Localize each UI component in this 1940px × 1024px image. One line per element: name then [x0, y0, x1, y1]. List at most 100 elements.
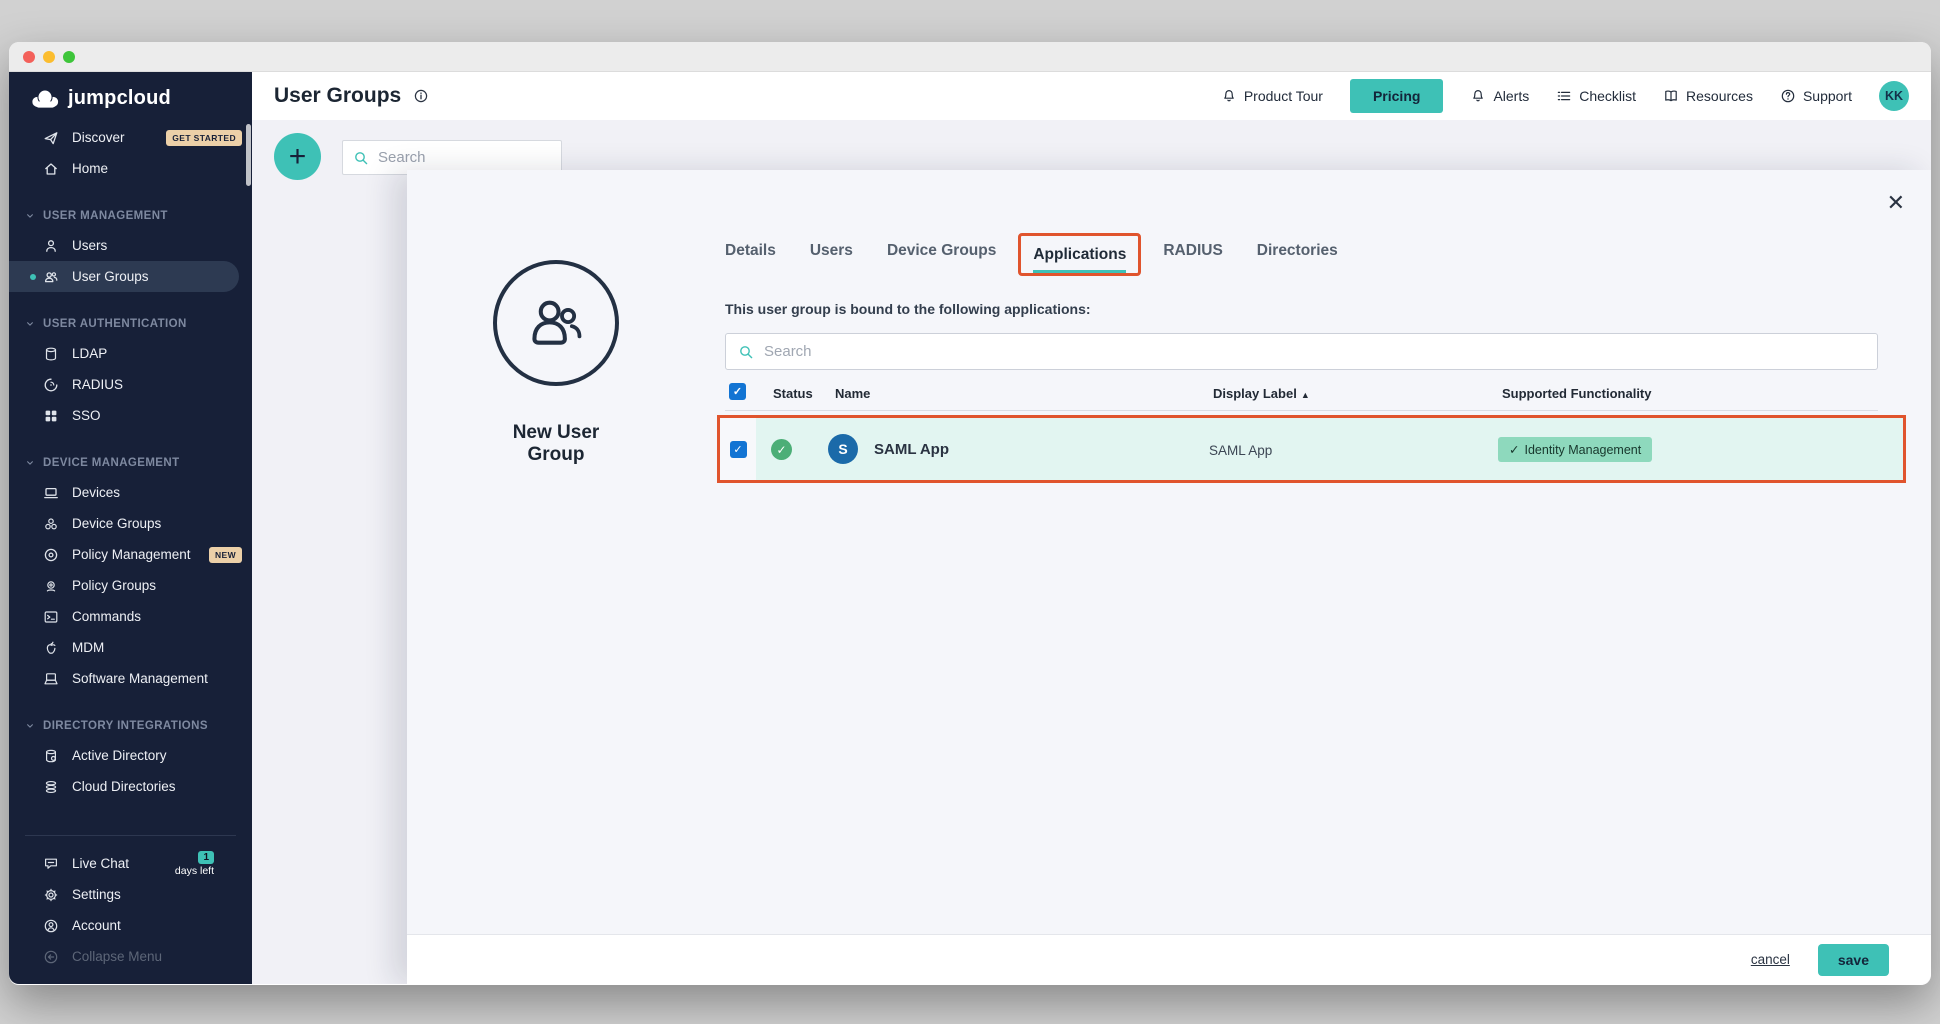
functionality-badge: ✓ Identity Management: [1498, 437, 1652, 462]
tab-radius[interactable]: RADIUS: [1163, 242, 1222, 267]
tab-device-groups[interactable]: Device Groups: [887, 242, 996, 267]
checklist-icon: [1556, 88, 1572, 104]
sidebar-item-user-groups[interactable]: User Groups: [9, 261, 239, 292]
group-icon: [523, 290, 589, 356]
section-user-management[interactable]: USER MANAGEMENT: [9, 201, 252, 230]
user-groups-icon: [43, 269, 59, 285]
sidebar-item-commands[interactable]: Commands: [9, 601, 252, 632]
sidebar-item-label: Home: [72, 161, 108, 176]
support-button[interactable]: Support: [1780, 88, 1852, 104]
table-row[interactable]: ✓ ✓ S SAML App SAML App ✓ Identity Manag…: [717, 415, 1906, 483]
sidebar-item-radius[interactable]: RADIUS: [9, 369, 252, 400]
sidebar-item-users[interactable]: Users: [9, 230, 252, 261]
settings-gear-icon: [43, 887, 59, 903]
sidebar-item-mdm[interactable]: MDM: [9, 632, 252, 663]
radius-icon: [43, 377, 59, 393]
status-active-icon: ✓: [771, 439, 792, 460]
section-directory-integrations[interactable]: DIRECTORY INTEGRATIONS: [9, 711, 252, 740]
question-circle-icon: [1780, 88, 1796, 104]
column-display-label[interactable]: Display Label▲: [1213, 386, 1310, 401]
column-status[interactable]: Status: [773, 386, 813, 401]
new-badge: NEW: [209, 547, 242, 563]
sidebar-item-account[interactable]: Account: [9, 910, 252, 941]
device-groups-icon: [43, 516, 59, 532]
home-icon: [43, 161, 59, 177]
account-icon: [43, 918, 59, 934]
alerts-button[interactable]: Alerts: [1470, 88, 1529, 104]
bound-apps-description: This user group is bound to the followin…: [725, 301, 1091, 317]
checklist-button[interactable]: Checklist: [1556, 88, 1636, 104]
sidebar-item-policy-groups[interactable]: Policy Groups: [9, 570, 252, 601]
sort-asc-icon: ▲: [1301, 390, 1310, 400]
sso-icon: [43, 408, 59, 424]
ldap-icon: [43, 346, 59, 362]
sidebar-item-devices[interactable]: Devices: [9, 477, 252, 508]
app-display-label: SAML App: [1209, 443, 1272, 458]
column-supported-functionality[interactable]: Supported Functionality: [1502, 386, 1652, 401]
sidebar-item-software-management[interactable]: Software Management: [9, 663, 252, 694]
discover-icon: [43, 130, 59, 146]
chevron-down-icon: [25, 458, 35, 468]
sidebar-item-live-chat[interactable]: Live Chat 1 days left: [9, 848, 252, 879]
live-chat-icon: [43, 856, 59, 872]
bell-icon: [1470, 88, 1486, 104]
sidebar-divider: [25, 835, 236, 836]
table-header: ✓ Status Name Display Label▲ Supported F…: [407, 383, 1931, 409]
panel-footer: cancel save: [407, 934, 1931, 984]
list-search-input[interactable]: [378, 149, 528, 166]
top-header: User Groups Product Tour Pricing Alerts …: [252, 72, 1931, 120]
select-all-checkbox[interactable]: ✓: [729, 383, 746, 400]
sidebar-item-discover[interactable]: Discover GET STARTED: [9, 122, 252, 153]
close-window-button[interactable]: [23, 51, 35, 63]
jumpcloud-logo[interactable]: jumpcloud: [9, 72, 252, 122]
close-icon[interactable]: ✕: [1887, 192, 1905, 214]
applications-search-box: [725, 333, 1878, 370]
mdm-icon: [43, 640, 59, 656]
chevron-down-icon: [25, 721, 35, 731]
add-user-group-button[interactable]: +: [274, 133, 321, 180]
collapse-menu-icon: [43, 949, 59, 965]
user-group-panel: ✕ New User Group Details Users Device Gr…: [407, 170, 1931, 984]
applications-search-input[interactable]: [764, 343, 1865, 360]
software-management-icon: [43, 671, 59, 687]
page-title: User Groups: [274, 84, 401, 108]
section-user-authentication[interactable]: USER AUTHENTICATION: [9, 309, 252, 338]
section-device-management[interactable]: DEVICE MANAGEMENT: [9, 448, 252, 477]
sidebar-item-active-directory[interactable]: Active Directory: [9, 740, 252, 771]
save-button[interactable]: save: [1818, 944, 1889, 976]
group-name: New User Group: [493, 422, 619, 466]
app-window: jumpcloud Discover GET STARTED Home USER…: [9, 42, 1931, 985]
minimize-window-button[interactable]: [43, 51, 55, 63]
policy-groups-icon: [43, 578, 59, 594]
scrollbar-thumb[interactable]: [246, 124, 251, 186]
book-icon: [1663, 88, 1679, 104]
maximize-window-button[interactable]: [63, 51, 75, 63]
column-name[interactable]: Name: [835, 386, 870, 401]
sidebar-item-collapse-menu[interactable]: Collapse Menu: [9, 941, 252, 972]
tab-users[interactable]: Users: [810, 242, 853, 267]
pricing-button[interactable]: Pricing: [1350, 79, 1443, 113]
sidebar-item-ldap[interactable]: LDAP: [9, 338, 252, 369]
main-area: User Groups Product Tour Pricing Alerts …: [252, 72, 1931, 984]
tab-directories[interactable]: Directories: [1257, 242, 1338, 267]
devices-icon: [43, 485, 59, 501]
sidebar-item-sso[interactable]: SSO: [9, 400, 252, 431]
tab-applications[interactable]: Applications: [1033, 246, 1126, 273]
user-group-avatar: [493, 260, 619, 386]
user-avatar[interactable]: KK: [1879, 81, 1909, 111]
sidebar-item-home[interactable]: Home: [9, 153, 252, 184]
tab-details[interactable]: Details: [725, 242, 776, 267]
search-icon: [738, 344, 754, 360]
sidebar-item-settings[interactable]: Settings: [9, 879, 252, 910]
sidebar-item-policy-management[interactable]: Policy Management NEW: [9, 539, 252, 570]
info-icon[interactable]: [413, 88, 429, 104]
sidebar-item-device-groups[interactable]: Device Groups: [9, 508, 252, 539]
logo-text: jumpcloud: [68, 87, 171, 110]
row-checkbox[interactable]: ✓: [730, 441, 747, 458]
annotation-box: Applications: [1018, 233, 1141, 276]
product-tour-button[interactable]: Product Tour: [1221, 88, 1323, 104]
cancel-button[interactable]: cancel: [1751, 952, 1790, 967]
active-directory-icon: [43, 748, 59, 764]
sidebar-item-cloud-directories[interactable]: Cloud Directories: [9, 771, 252, 802]
resources-button[interactable]: Resources: [1663, 88, 1753, 104]
